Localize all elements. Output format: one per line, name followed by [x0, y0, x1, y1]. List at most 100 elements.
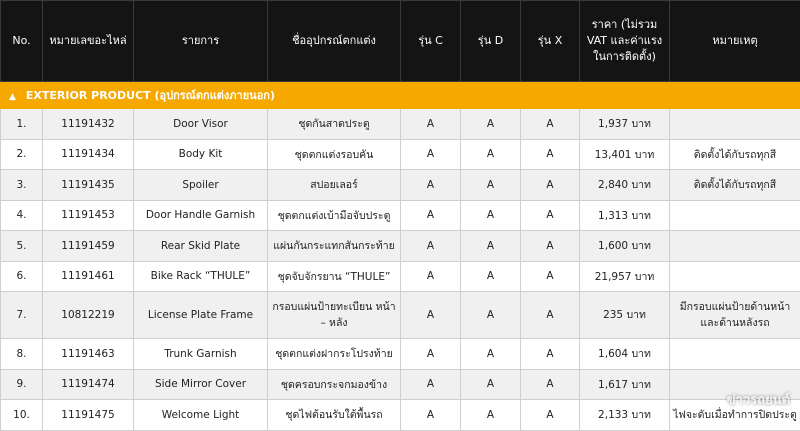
cell-price: 1,313 บาท	[580, 200, 670, 231]
cell-model-d: A	[461, 200, 521, 231]
cell-part-number: 11191461	[43, 261, 134, 292]
cell-no: 2.	[1, 139, 43, 170]
watermark-logo: ข่าวรถยนต์	[727, 389, 790, 410]
cell-model-x: A	[521, 231, 580, 262]
table-row: 9.11191474Side Mirror Coverชุดครอบกระจกม…	[1, 369, 800, 400]
cell-device-name: ชุดไฟต้อนรับใต้พื้นรถ	[268, 400, 401, 431]
table-row: 8.11191463Trunk Garnishชุดตกแต่งฝากระโปร…	[1, 339, 800, 370]
header-row: No. หมายเลขอะไหล่ รายการ ชื่ออุปกรณ์ตกแต…	[1, 1, 800, 82]
cell-model-d: A	[461, 231, 521, 262]
table-row: 7.10812219License Plate Frameกรอบแผ่นป้า…	[1, 292, 800, 339]
cell-note	[670, 339, 800, 370]
section-row: ▲ EXTERIOR PRODUCT (อุปกรณ์ตกแต่งภายนอก)	[1, 82, 800, 109]
table-row: 5.11191459Rear Skid Plateแผ่นกันกระแทกสั…	[1, 231, 800, 262]
cell-price: 1,604 บาท	[580, 339, 670, 370]
cell-no: 4.	[1, 200, 43, 231]
cell-device-name: สปอยเลอร์	[268, 170, 401, 201]
cell-no: 1.	[1, 109, 43, 140]
cell-item: Rear Skid Plate	[134, 231, 268, 262]
cell-no: 9.	[1, 369, 43, 400]
cell-model-c: A	[401, 261, 461, 292]
table-row: 4.11191453Door Handle Garnishชุดตกแต่งเบ…	[1, 200, 800, 231]
cell-part-number: 11191463	[43, 339, 134, 370]
cell-device-name: ชุดจับจักรยาน “THULE”	[268, 261, 401, 292]
header-item: รายการ	[134, 1, 268, 82]
cell-model-d: A	[461, 400, 521, 431]
cell-item: Side Mirror Cover	[134, 369, 268, 400]
cell-model-c: A	[401, 139, 461, 170]
cell-part-number: 11191453	[43, 200, 134, 231]
cell-model-x: A	[521, 139, 580, 170]
cell-model-c: A	[401, 231, 461, 262]
cell-model-x: A	[521, 170, 580, 201]
cell-price: 1,600 บาท	[580, 231, 670, 262]
cell-model-x: A	[521, 109, 580, 140]
cell-model-x: A	[521, 261, 580, 292]
cell-model-c: A	[401, 170, 461, 201]
cell-model-d: A	[461, 170, 521, 201]
cell-model-c: A	[401, 339, 461, 370]
cell-device-name: ชุดครอบกระจกมองข้าง	[268, 369, 401, 400]
cell-part-number: 10812219	[43, 292, 134, 339]
table-row: 3.11191435Spoilerสปอยเลอร์AAA2,840 บาทติ…	[1, 170, 800, 201]
cell-part-number: 11191434	[43, 139, 134, 170]
table-row: 10.11191475Welcome Lightชุดไฟต้อนรับใต้พ…	[1, 400, 800, 431]
cell-part-number: 11191435	[43, 170, 134, 201]
header-no: No.	[1, 1, 43, 82]
cell-price: 2,840 บาท	[580, 170, 670, 201]
cell-no: 6.	[1, 261, 43, 292]
cell-model-c: A	[401, 369, 461, 400]
cell-device-name: กรอบแผ่นป้ายทะเบียน หน้า – หลัง	[268, 292, 401, 339]
cell-item: Trunk Garnish	[134, 339, 268, 370]
cell-no: 8.	[1, 339, 43, 370]
cell-item: License Plate Frame	[134, 292, 268, 339]
cell-note	[670, 261, 800, 292]
table-row: 2.11191434Body Kitชุดตกแต่งรอบคันAAA13,4…	[1, 139, 800, 170]
cell-note	[670, 109, 800, 140]
cell-item: Welcome Light	[134, 400, 268, 431]
cell-no: 3.	[1, 170, 43, 201]
cell-model-x: A	[521, 339, 580, 370]
header-part-number: หมายเลขอะไหล่	[43, 1, 134, 82]
header-model-c: รุ่น C	[401, 1, 461, 82]
cell-price: 13,401 บาท	[580, 139, 670, 170]
cell-model-c: A	[401, 200, 461, 231]
cell-model-d: A	[461, 292, 521, 339]
cell-part-number: 11191475	[43, 400, 134, 431]
cell-item: Body Kit	[134, 139, 268, 170]
cell-price: 1,937 บาท	[580, 109, 670, 140]
cell-part-number: 11191474	[43, 369, 134, 400]
header-note: หมายเหตุ	[670, 1, 800, 82]
cell-model-x: A	[521, 292, 580, 339]
header-model-x: รุ่น X	[521, 1, 580, 82]
cell-price: 2,133 บาท	[580, 400, 670, 431]
cell-no: 10.	[1, 400, 43, 431]
cell-item: Bike Rack “THULE”	[134, 261, 268, 292]
cell-device-name: แผ่นกันกระแทกสันกระท้าย	[268, 231, 401, 262]
cell-note	[670, 231, 800, 262]
cell-device-name: ชุดตกแต่งฝากระโปรงท้าย	[268, 339, 401, 370]
header-price: ราคา (ไม่รวม VAT และค่าแรง ในการติดตั้ง)	[580, 1, 670, 82]
cell-part-number: 11191432	[43, 109, 134, 140]
cell-item: Door Handle Garnish	[134, 200, 268, 231]
cell-model-d: A	[461, 369, 521, 400]
cell-model-d: A	[461, 139, 521, 170]
cell-price: 235 บาท	[580, 292, 670, 339]
section-title: EXTERIOR PRODUCT (อุปกรณ์ตกแต่งภายนอก)	[26, 89, 275, 102]
cell-note	[670, 200, 800, 231]
cell-device-name: ชุดกันสาดประตู	[268, 109, 401, 140]
cell-note: ติดตั้งได้กับรถทุกสี	[670, 170, 800, 201]
cell-model-x: A	[521, 369, 580, 400]
cell-model-d: A	[461, 339, 521, 370]
cell-note: ติดตั้งได้กับรถทุกสี	[670, 139, 800, 170]
cell-device-name: ชุดตกแต่งรอบคัน	[268, 139, 401, 170]
section-title-cell: ▲ EXTERIOR PRODUCT (อุปกรณ์ตกแต่งภายนอก)	[1, 82, 800, 109]
cell-no: 5.	[1, 231, 43, 262]
cell-device-name: ชุดตกแต่งเบ้ามือจับประตู	[268, 200, 401, 231]
triangle-up-icon: ▲	[9, 92, 16, 102]
header-device-name: ชื่ออุปกรณ์ตกแต่ง	[268, 1, 401, 82]
cell-model-d: A	[461, 109, 521, 140]
cell-model-c: A	[401, 292, 461, 339]
header-model-d: รุ่น D	[461, 1, 521, 82]
cell-price: 1,617 บาท	[580, 369, 670, 400]
